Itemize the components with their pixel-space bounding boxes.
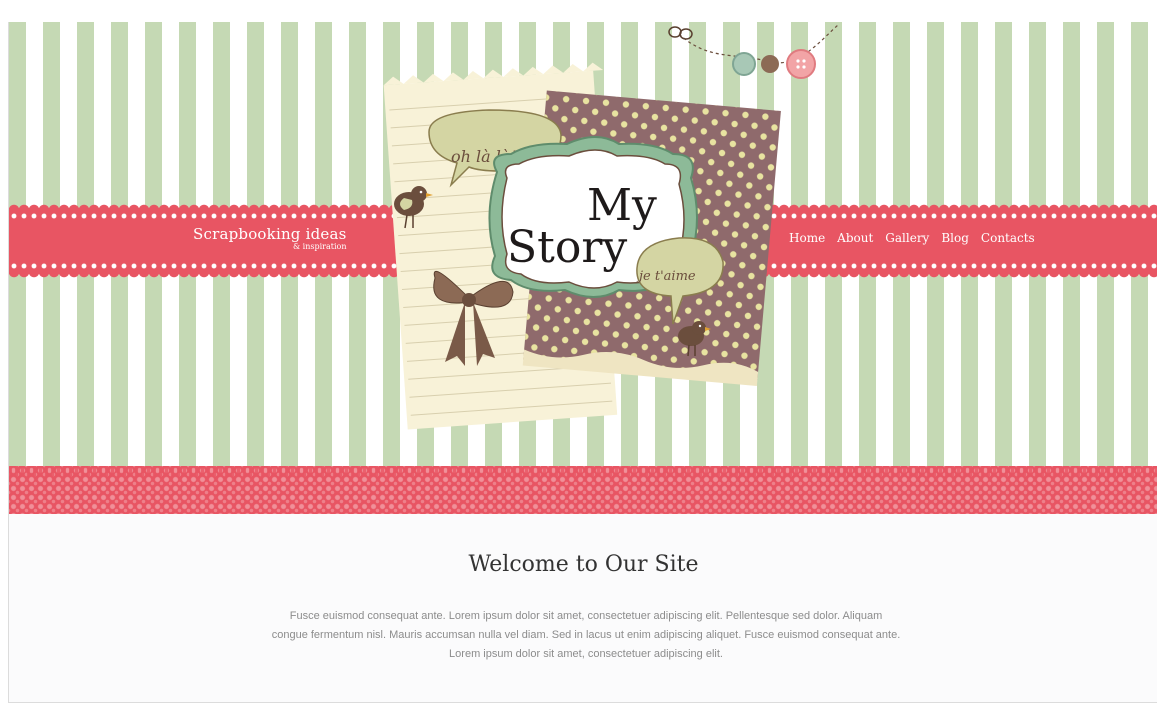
brand-tagline: & inspiration xyxy=(293,242,347,251)
nav-item-gallery[interactable]: Gallery xyxy=(885,231,929,245)
welcome-heading: Welcome to Our Site xyxy=(468,552,699,577)
nav-item-contacts[interactable]: Contacts xyxy=(981,231,1035,245)
buttons-decoration xyxy=(732,49,816,79)
lace-border xyxy=(9,466,1157,514)
main-nav: Home About Gallery Blog Contacts xyxy=(789,231,1047,245)
welcome-paragraph: Fusce euismod consequat ante. Lorem ipsu… xyxy=(271,610,901,660)
page: oh là là! My Story je t'aime Scrapbookin… xyxy=(8,22,1157,703)
site-brand[interactable]: Scrapbooking ideas & inspiration xyxy=(193,225,347,251)
nav-item-home[interactable]: Home xyxy=(789,231,825,245)
butterfly-icon xyxy=(668,26,693,40)
nav-item-blog[interactable]: Blog xyxy=(941,231,969,245)
bubble-right-text: je t'aime xyxy=(636,269,696,284)
logo-word-story: Story xyxy=(507,222,627,273)
nav-item-about[interactable]: About xyxy=(837,231,873,245)
hero-banner: oh là là! My Story je t'aime Scrapbookin… xyxy=(9,22,1157,514)
scrapbook-artwork: oh là là! My Story je t'aime xyxy=(383,23,840,430)
brand-title: Scrapbooking ideas xyxy=(193,225,347,243)
